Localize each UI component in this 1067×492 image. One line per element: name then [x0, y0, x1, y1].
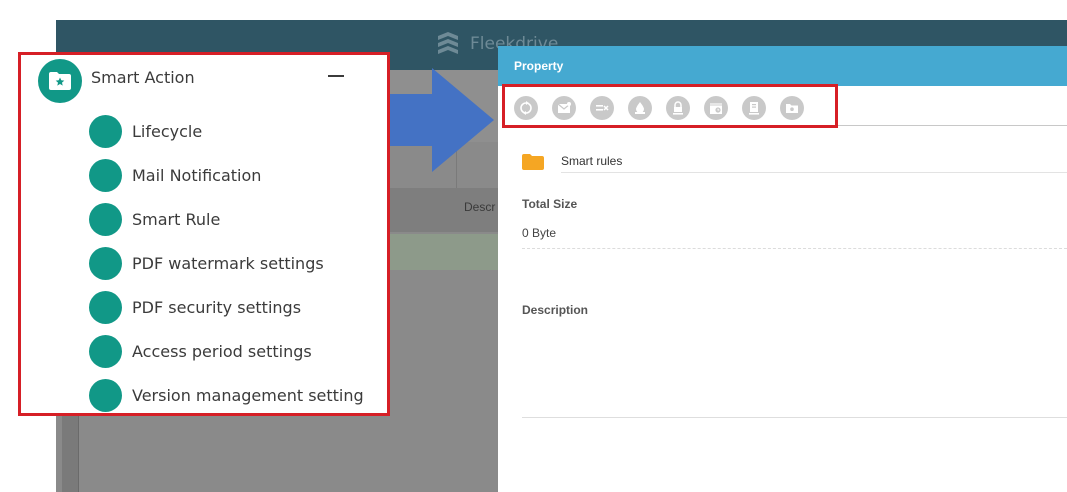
total-size-label: Total Size [522, 197, 578, 211]
app-grid-header-text: Descr [464, 200, 496, 214]
circle-icon [89, 334, 122, 368]
total-size-divider [522, 248, 1067, 249]
folder-name-row: Smart rules [522, 152, 1067, 174]
total-size-value: 0 Byte [522, 226, 557, 240]
collapse-button[interactable] [328, 75, 344, 77]
app-scrollbar [62, 415, 79, 492]
smart-action-item-label: PDF security settings [132, 297, 302, 317]
fleekdrive-logo-icon [438, 32, 458, 54]
property-panel-header: Property [498, 46, 1067, 86]
circle-icon [89, 202, 122, 236]
smart-action-item-label: Version management setting [132, 385, 364, 405]
toolbar-highlight [502, 84, 838, 128]
smart-action-item-label: Access period settings [132, 341, 312, 361]
smart-action-item-label: Smart Rule [132, 209, 221, 229]
smart-action-folder-icon [38, 59, 82, 103]
smart-action-item-lifecycle[interactable]: Lifecycle [89, 113, 202, 149]
folder-name-underline [561, 172, 1067, 173]
smart-action-item-version-management[interactable]: Version management setting [89, 377, 364, 413]
smart-action-item-access-period[interactable]: Access period settings [89, 333, 312, 369]
smart-action-item-pdf-watermark[interactable]: PDF watermark settings [89, 245, 324, 281]
folder-name-field[interactable]: Smart rules [561, 154, 622, 168]
circle-icon [89, 114, 122, 148]
smart-action-item-label: PDF watermark settings [132, 253, 324, 273]
smart-action-item-mail-notification[interactable]: Mail Notification [89, 157, 261, 193]
circle-icon [89, 290, 122, 324]
circle-icon [89, 158, 122, 192]
smart-action-title: Smart Action [91, 68, 195, 87]
smart-action-item-pdf-security[interactable]: PDF security settings [89, 289, 301, 325]
smart-action-menu: Smart Action Lifecycle Mail Notification… [18, 52, 390, 416]
circle-icon [89, 378, 122, 412]
app-selected-row [386, 234, 506, 270]
folder-icon [522, 154, 544, 170]
description-label: Description [522, 303, 589, 317]
smart-action-item-smart-rule[interactable]: Smart Rule [89, 201, 220, 237]
circle-icon [89, 246, 122, 280]
smart-action-item-label: Lifecycle [132, 121, 203, 141]
description-field-bottom[interactable] [522, 417, 1067, 418]
smart-action-item-label: Mail Notification [132, 165, 262, 185]
